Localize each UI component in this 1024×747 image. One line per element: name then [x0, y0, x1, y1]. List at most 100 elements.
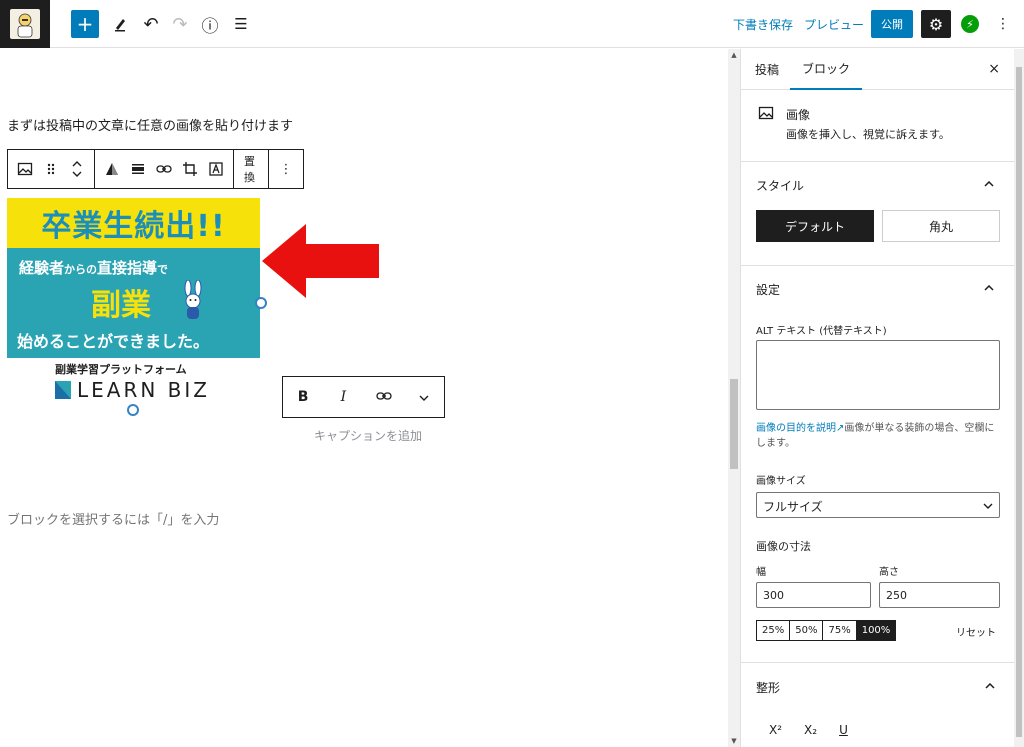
- image-size-select[interactable]: フルサイズ: [756, 492, 1000, 518]
- width-label: 幅: [756, 567, 766, 578]
- block-options-button[interactable]: ⋮: [273, 150, 299, 188]
- tab-post[interactable]: 投稿: [755, 49, 779, 90]
- banner-line-3: 始めることができました。: [17, 332, 210, 351]
- text-overlay-icon: [209, 162, 223, 176]
- save-draft-button[interactable]: 下書き保存: [733, 10, 793, 38]
- typography-panel-title: 整形: [756, 681, 781, 695]
- align-icon: [132, 164, 144, 174]
- text-overlay-button[interactable]: [203, 150, 229, 188]
- typography-panel: 整形 X² X₂ U: [741, 662, 1014, 737]
- block-card-description: 画像を挿入し、視覚に訴えます。: [786, 128, 950, 141]
- banner-brand: LEARN BIZ: [55, 378, 210, 402]
- list-view-button[interactable]: ☰: [231, 10, 251, 38]
- styles-panel-toggle[interactable]: スタイル: [741, 162, 1014, 206]
- block-controls-group: [95, 150, 234, 188]
- scale-buttons: 25% 50% 75% 100%: [756, 620, 897, 641]
- sidebar-scrollbar[interactable]: [1014, 49, 1024, 747]
- banner-footer: 副業学習プラットフォーム LEARN BIZ: [7, 358, 260, 410]
- block-type-button[interactable]: [12, 150, 38, 188]
- underline-button[interactable]: U: [839, 723, 848, 737]
- editor-header: + ↶ ↷ ⓘ ☰ 下書き保存 プレビュー 公開 ⚙ ⚡ ⋮: [0, 0, 1024, 48]
- resize-handle-bottom[interactable]: [127, 404, 139, 416]
- style-rounded-button[interactable]: 角丸: [882, 210, 1000, 242]
- tab-block[interactable]: ブロック: [790, 49, 863, 90]
- scroll-up-arrow-icon[interactable]: ▲: [728, 49, 740, 61]
- banner-body: 経験者からの直接指導で 副業 始めることができました。: [7, 248, 260, 358]
- chevron-down-icon: [983, 503, 993, 509]
- default-block-appender[interactable]: ブロックを選択するには「/」を入力: [7, 509, 219, 528]
- caption-input[interactable]: キャプションを追加: [314, 427, 422, 444]
- typography-panel-toggle[interactable]: 整形: [741, 663, 1014, 707]
- alt-text-input[interactable]: [756, 340, 1000, 410]
- scroll-down-arrow-icon[interactable]: ▼: [728, 735, 740, 747]
- width-input[interactable]: 300: [756, 582, 871, 608]
- image-block[interactable]: 卒業生続出!! 経験者からの直接指導で 副業 始めることができました。 副業学習…: [7, 198, 260, 410]
- learnbiz-logo-icon: [55, 381, 71, 399]
- move-up-down-button[interactable]: [64, 150, 90, 188]
- crop-button[interactable]: [177, 150, 203, 188]
- options-button[interactable]: ⋮: [996, 10, 1010, 38]
- undo-button[interactable]: ↶: [141, 10, 161, 38]
- close-icon: ×: [988, 61, 1000, 77]
- banner-headline: 卒業生続出!!: [41, 209, 226, 244]
- banner-text: 経験者: [19, 259, 65, 277]
- jetpack-button[interactable]: ⚡: [960, 10, 980, 38]
- settings-sidebar: 投稿 ブロック × 画像 画像を挿入し、視覚に訴えます。 スタイル デフォルト …: [740, 49, 1014, 747]
- block-inserter-button[interactable]: +: [71, 10, 99, 38]
- preview-button[interactable]: プレビュー: [804, 10, 864, 38]
- chevron-up-icon: [984, 285, 994, 291]
- redo-button[interactable]: ↷: [170, 10, 190, 38]
- scale-50-button[interactable]: 50%: [790, 621, 824, 640]
- plus-icon: +: [76, 12, 94, 36]
- dimensions-label: 画像の寸法: [756, 540, 811, 553]
- resize-handle-right[interactable]: [255, 297, 267, 309]
- banner-brand-name: LEARN BIZ: [77, 378, 210, 402]
- scale-75-button[interactable]: 75%: [823, 621, 857, 640]
- more-vertical-icon: ⋮: [279, 161, 293, 177]
- list-view-icon: ☰: [234, 15, 248, 33]
- close-sidebar-button[interactable]: ×: [988, 61, 1000, 77]
- rabbit-mascot-icon: [184, 280, 202, 319]
- paragraph-block[interactable]: まずは投稿中の文章に任意の画像を貼り付けます: [7, 115, 293, 134]
- caption-link-button[interactable]: [369, 389, 399, 405]
- image-size-label: 画像サイズ: [756, 476, 806, 487]
- insert-link-button[interactable]: [151, 150, 177, 188]
- reset-dimensions-button[interactable]: リセット: [956, 624, 996, 639]
- italic-button[interactable]: I: [328, 389, 358, 405]
- site-icon-button[interactable]: [0, 0, 50, 48]
- drag-icon: [47, 163, 55, 175]
- settings-button[interactable]: ⚙: [921, 10, 951, 38]
- image-icon: [17, 162, 33, 176]
- drag-handle[interactable]: [38, 150, 64, 188]
- chevron-down-icon: [419, 395, 429, 401]
- bold-button[interactable]: B: [288, 389, 318, 405]
- scroll-thumb[interactable]: [730, 379, 738, 469]
- jetpack-icon: ⚡: [961, 15, 979, 33]
- link-icon: [375, 392, 392, 400]
- replace-button[interactable]: 置換: [238, 150, 264, 188]
- align-button[interactable]: [125, 150, 151, 188]
- styles-panel-title: スタイル: [756, 179, 805, 193]
- duotone-button[interactable]: [99, 150, 125, 188]
- more-formats-button[interactable]: [409, 389, 439, 405]
- sidebar-scroll-thumb[interactable]: [1016, 67, 1022, 737]
- height-input[interactable]: 250: [879, 582, 1000, 608]
- gear-icon: ⚙: [928, 14, 944, 34]
- wordpress-block-editor: + ↶ ↷ ⓘ ☰ 下書き保存 プレビュー 公開 ⚙ ⚡ ⋮ まずは投稿中の文章…: [0, 0, 1024, 747]
- publish-button[interactable]: 公開: [871, 10, 913, 38]
- settings-panel-title: 設定: [756, 283, 781, 297]
- caption-format-toolbar: B I: [282, 376, 445, 418]
- scale-25-button[interactable]: 25%: [757, 621, 791, 640]
- canvas-scrollbar[interactable]: ▲ ▼: [728, 49, 740, 747]
- superscript-button[interactable]: X²: [769, 723, 782, 737]
- settings-panel-toggle[interactable]: 設定: [741, 266, 1014, 310]
- subscript-button[interactable]: X₂: [804, 723, 817, 737]
- tools-button[interactable]: [110, 10, 130, 38]
- describe-purpose-link[interactable]: 画像の目的を説明: [756, 423, 836, 434]
- alt-text-label: ALT テキスト (代替テキスト): [756, 326, 887, 337]
- link-icon: [156, 165, 172, 173]
- details-button[interactable]: ⓘ: [200, 10, 220, 38]
- redo-icon: ↷: [172, 13, 188, 35]
- scale-100-button[interactable]: 100%: [856, 621, 896, 640]
- style-default-button[interactable]: デフォルト: [756, 210, 874, 242]
